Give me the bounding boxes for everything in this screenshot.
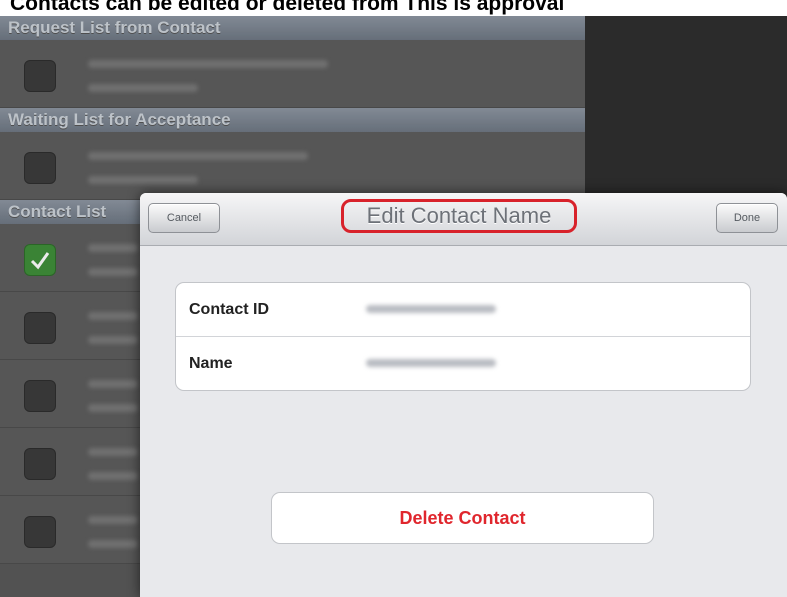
name-label: Name (189, 355, 233, 372)
edit-contact-modal: Cancel Edit Contact Name Done Contact ID… (140, 193, 787, 597)
caption-text: Contacts can be edited or deleted from T… (10, 0, 565, 15)
tutorial-caption: Contacts can be edited or deleted from T… (0, 0, 787, 16)
contact-id-value-blurred (366, 305, 496, 313)
name-row[interactable]: Name (176, 336, 750, 390)
contact-id-label: Contact ID (189, 301, 269, 318)
cancel-button[interactable]: Cancel (148, 203, 220, 233)
modal-nav-bar: Cancel Edit Contact Name Done (140, 193, 787, 246)
done-button[interactable]: Done (716, 203, 778, 233)
delete-contact-button[interactable]: Delete Contact (271, 492, 654, 544)
ipad-screen: Request List from Contact Waiting List f… (0, 16, 787, 597)
contact-fields-group: Contact ID Name (175, 282, 751, 391)
name-field-blurred[interactable] (366, 359, 496, 367)
modal-title: Edit Contact Name (341, 199, 577, 233)
contact-id-row: Contact ID (176, 283, 750, 336)
